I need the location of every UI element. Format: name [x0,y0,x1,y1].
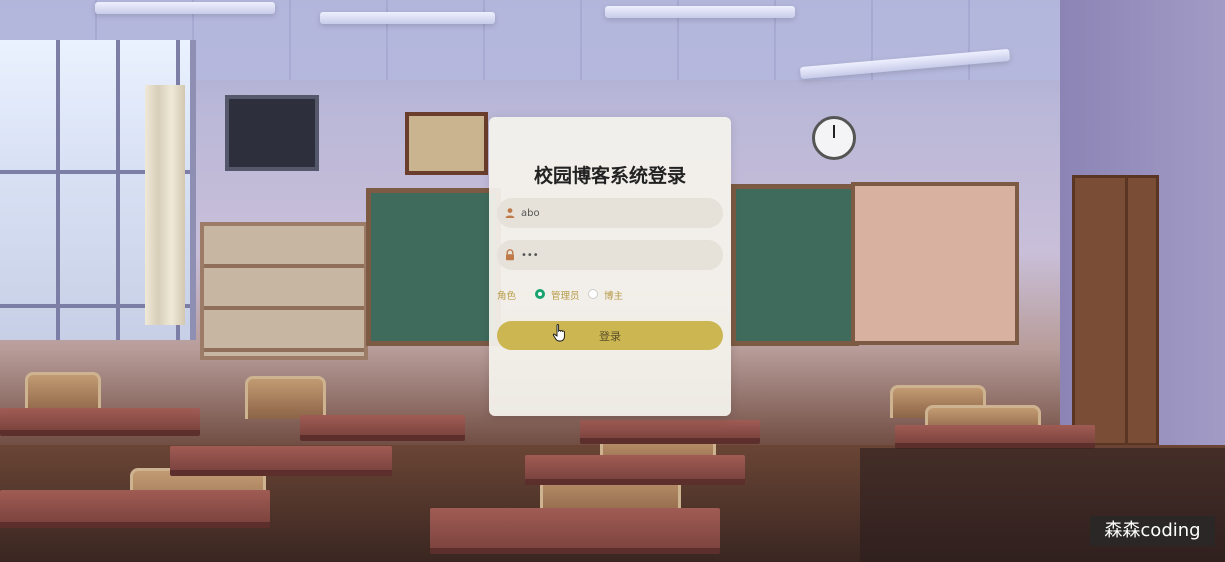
desk [525,455,745,485]
ceiling-light [320,12,495,24]
classroom-door [1125,175,1159,446]
watermark: 森森coding [1090,516,1215,546]
role-label: 角色 [497,291,517,302]
username-input[interactable] [521,198,717,228]
desk [300,415,465,441]
desk [0,490,270,528]
login-card: 校园博客系统登录 角色 管理员 博主 登录 [489,117,731,416]
desk [0,408,200,436]
desk [580,420,760,444]
radio-checked-icon[interactable] [535,289,545,299]
hand-cursor-icon [552,324,565,342]
password-input[interactable] [521,240,717,270]
radio-unchecked-icon[interactable] [588,289,598,299]
desk [895,425,1095,449]
role-option-label: 管理员 [551,291,580,302]
username-field[interactable] [497,198,723,228]
lock-icon [506,249,514,261]
wall-tv [225,95,319,171]
ceiling-light [95,2,275,14]
desk [430,508,720,554]
desk [170,446,392,476]
ceiling-light [605,6,795,18]
chair [245,376,326,419]
password-field[interactable] [497,240,723,270]
chalkboard-right [731,184,859,346]
wall-frame [405,112,488,175]
wall-clock-icon [812,116,856,160]
user-icon [505,208,515,218]
role-option-label: 博主 [604,291,624,302]
bulletin-board [851,182,1019,345]
classroom-door [1072,175,1128,446]
curtain [145,85,185,325]
chalkboard-left [366,188,501,346]
bookshelf [200,222,368,360]
login-title: 校园博客系统登录 [533,165,686,187]
login-button[interactable]: 登录 [497,321,723,350]
